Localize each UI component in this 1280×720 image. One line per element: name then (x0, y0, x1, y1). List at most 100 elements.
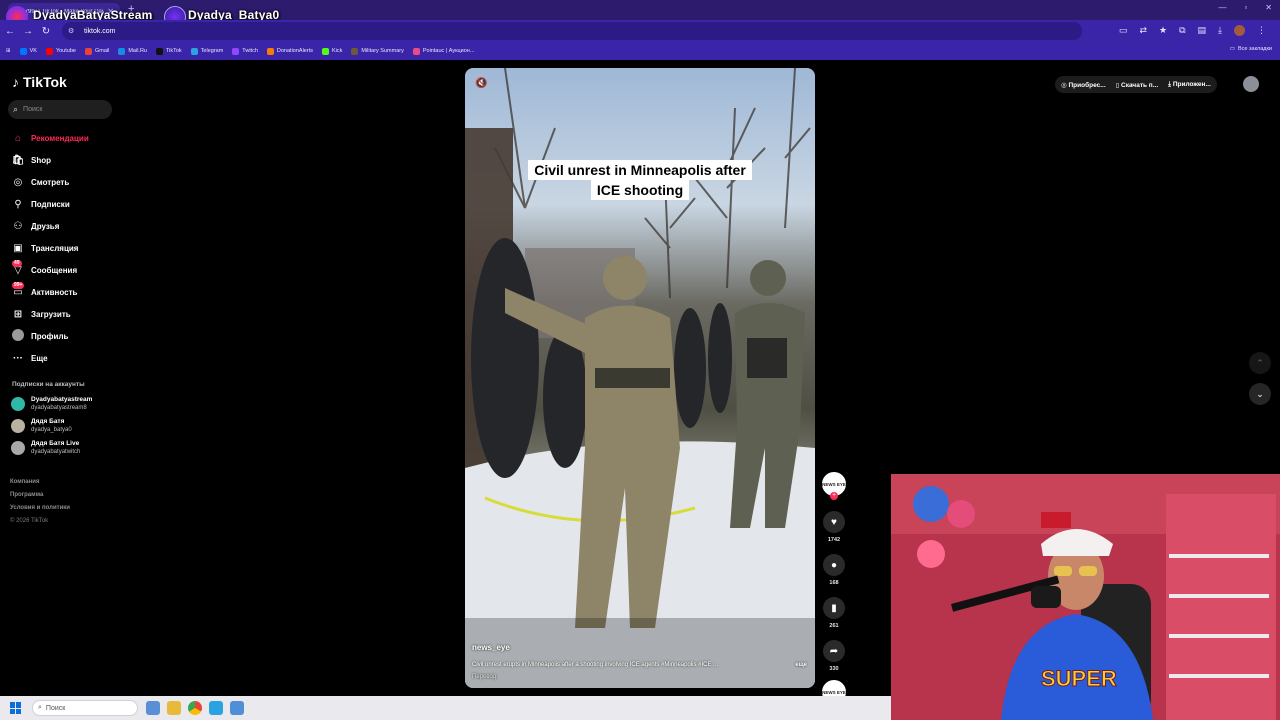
chevron-down-icon: ⌄ (1256, 388, 1264, 399)
follow-plus-icon[interactable]: + (830, 492, 838, 500)
upload-icon: ⊞ (13, 308, 23, 320)
profile-avatar[interactable] (1234, 25, 1245, 36)
like-count: 1742 (827, 537, 841, 543)
minimize-button[interactable]: — (1218, 3, 1226, 12)
tiktok-logo[interactable]: ♪ TikTok (12, 74, 67, 90)
subscription-item[interactable]: Дядя Батя Live dyadyabatyatwitch (11, 440, 80, 456)
widget-icon[interactable] (146, 701, 160, 715)
window-controls: — ▫ ✕ (1218, 3, 1272, 12)
sidebar-item-profile[interactable]: Профиль (10, 325, 120, 347)
following-icon: ⚲ (14, 198, 22, 210)
app-icon[interactable] (230, 701, 244, 715)
bookmark-gmail[interactable]: Gmail (84, 47, 109, 55)
bookmark-star-icon[interactable]: ★ (1159, 25, 1167, 36)
home-icon: ⌂ (14, 132, 22, 144)
bookmark-pointauc[interactable]: Pointauc | Аукцион... (412, 47, 474, 55)
copyright: © 2026 TikTok (10, 518, 49, 524)
user-avatar[interactable] (1243, 76, 1259, 92)
translate-button[interactable]: Перевод (472, 674, 807, 680)
sidebar-nav: ⌂ Рекомендации 🛍 Shop ◎ Смотреть ⚲ Подписки … (10, 127, 120, 369)
all-bookmarks[interactable]: ▭ Все закладки (1230, 46, 1272, 52)
forward-icon[interactable]: → (20, 26, 36, 37)
subscription-item[interactable]: Dyadyabatyastream dyadyabatyastream8 (11, 396, 92, 412)
more-icon: ··· (13, 352, 23, 364)
bookmark-donationalerts[interactable]: DonationAlerts (266, 47, 313, 55)
download-app-button[interactable]: ▯ Скачать п... (1116, 81, 1159, 89)
sidebar-item-activity[interactable]: ▭ 99+ Активность (10, 281, 120, 303)
comment-button[interactable]: ● (823, 554, 845, 576)
footer-link-company[interactable]: Компания (10, 476, 70, 489)
save-count: 261 (829, 623, 839, 629)
extensions-icon[interactable]: ⧉ (1179, 25, 1185, 36)
like-button[interactable]: ♥ (823, 511, 845, 533)
menu-icon[interactable]: ⋮ (1257, 25, 1266, 36)
footer-link-program[interactable]: Программа (10, 489, 70, 502)
mute-icon[interactable]: 🔇 (475, 78, 487, 89)
address-bar[interactable]: ⚙ tiktok.com (62, 22, 1082, 40)
apps-icon[interactable]: ⊞ (6, 48, 11, 54)
windows-start-icon[interactable] (10, 702, 22, 714)
maximize-button[interactable]: ▫ (1244, 3, 1247, 12)
tiktok-note-icon: ♪ (12, 74, 19, 90)
sidebar-item-shop[interactable]: 🛍 Shop (10, 149, 120, 171)
shop-icon: 🛍 (11, 154, 25, 166)
sidebar-item-following[interactable]: ⚲ Подписки (10, 193, 120, 215)
bookmark-tiktok[interactable]: TikTok (155, 47, 182, 55)
download-icon[interactable]: ⤓ (1218, 25, 1222, 36)
reload-icon[interactable]: ↻ (38, 26, 54, 37)
taskbar-search[interactable]: ⌕ Поиск (32, 700, 138, 716)
bookmark-mailru[interactable]: Mail.Ru (118, 47, 147, 55)
bookmark-twitch[interactable]: Twitch (232, 47, 258, 55)
search-input[interactable]: ⌕ Поиск (8, 100, 112, 119)
chevron-up-icon: ⌃ (1256, 357, 1264, 368)
sidebar-item-more[interactable]: ··· Еще (10, 347, 120, 369)
bookmark-vk[interactable]: VK (19, 47, 37, 55)
video-caption: Civil unrest in Minneapolis after ICE sh… (465, 160, 815, 200)
video-author[interactable]: news_eye (472, 643, 807, 652)
share-button[interactable]: ➦ (823, 640, 845, 662)
bookmark-youtube[interactable]: Youtube (45, 47, 76, 55)
bookmark-kick[interactable]: Kick (321, 47, 342, 55)
caption-line-1: Civil unrest in Minneapolis after (528, 160, 752, 180)
top-right-actions: ◎ Приобрес... ▯ Скачать п... ⤓ Приложен.… (1055, 76, 1217, 93)
webcam-image: SUPER (891, 474, 1280, 720)
sidebar-item-upload[interactable]: ⊞ Загрузить (10, 303, 120, 325)
share-count: 330 (829, 666, 839, 672)
sidebar-item-live[interactable]: ▣ Трансляция (10, 237, 120, 259)
cast-icon[interactable]: ▭ (1119, 25, 1128, 36)
search-placeholder: Поиск (23, 106, 43, 113)
save-button[interactable]: ▮ (823, 597, 845, 619)
telegram-icon[interactable] (209, 701, 223, 715)
site-info-icon[interactable]: ⚙ (68, 27, 78, 35)
coins-button[interactable]: ◎ Приобрес... (1061, 81, 1106, 89)
bookmark-icon: ▮ (831, 602, 837, 614)
footer-link-terms[interactable]: Условия и политики (10, 502, 70, 515)
sidebar-item-friends[interactable]: ⚇ Друзья (10, 215, 120, 237)
sidebar-item-explore[interactable]: ◎ Смотреть (10, 171, 120, 193)
translate-icon[interactable]: ⇄ (1139, 25, 1147, 36)
chrome-icon[interactable] (188, 701, 202, 715)
close-window-button[interactable]: ✕ (1265, 3, 1272, 12)
sidebar-item-recommended[interactable]: ⌂ Рекомендации (10, 127, 120, 149)
app-button[interactable]: ⤓ Приложен... (1168, 81, 1211, 89)
video-actions: NEWS EYE + ♥ 1742 ● 168 ▮ 261 ➦ 330 NEWS… (821, 472, 847, 704)
bookmark-telegram[interactable]: Telegram (190, 47, 223, 55)
subscription-item[interactable]: Дядя Батя dyadya_batya0 (11, 418, 72, 434)
sidepanel-icon[interactable]: ▤ (1198, 25, 1207, 36)
sidebar-item-messages[interactable]: ▽ 49 Сообщения (10, 259, 120, 281)
bookmark-military-summary[interactable]: Military Summary (351, 47, 404, 55)
subscriptions-title: Подписки на аккаунты (12, 381, 85, 388)
back-icon[interactable]: ← (2, 26, 18, 37)
browser-toolbar: ← → ↻ ⚙ tiktok.com ▭ ⇄ ★ ⧉ ▤ ⤓ ⋮ (0, 20, 1280, 42)
folder-icon: ▭ (1229, 46, 1235, 52)
video-player[interactable]: 🔇 Civil unrest in Minneapolis after ICE … (465, 68, 815, 688)
more-button[interactable]: еще (795, 662, 807, 668)
avatar (11, 397, 25, 411)
next-video-button[interactable]: ⌄ (1249, 383, 1271, 405)
video-info: news_eye Civil unrest erupts in Minneapo… (472, 643, 807, 680)
activity-badge: 99+ (12, 282, 25, 289)
prev-video-button[interactable]: ⌃ (1249, 352, 1271, 374)
file-explorer-icon[interactable] (167, 701, 181, 715)
share-icon: ➦ (829, 645, 839, 657)
heart-icon: ♥ (831, 516, 837, 528)
